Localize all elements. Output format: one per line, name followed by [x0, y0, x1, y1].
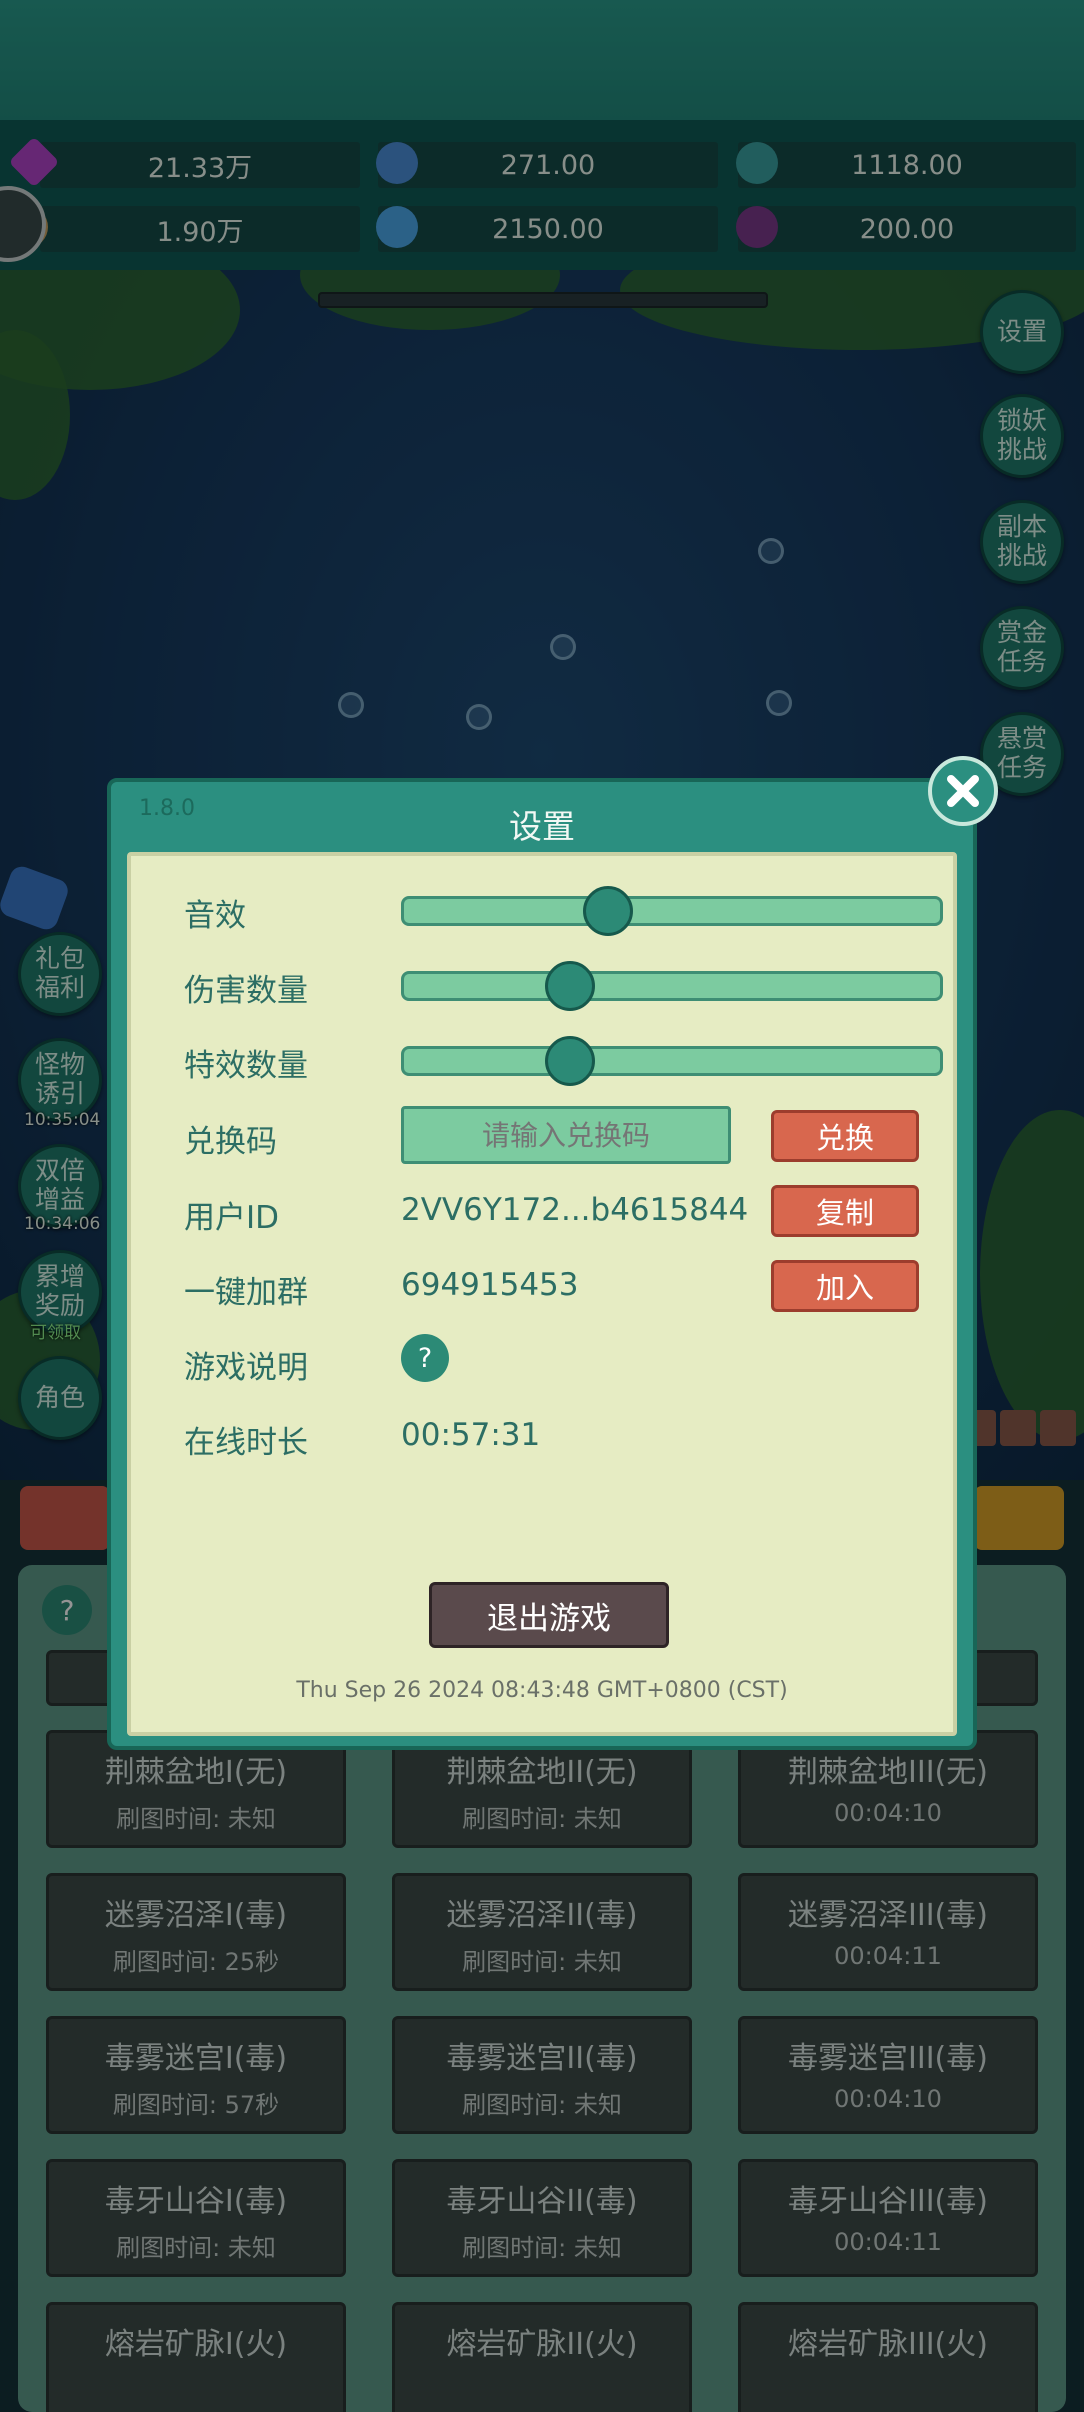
- effects-label: 特效数量: [184, 1048, 308, 1084]
- join-button-label: 加入: [815, 1271, 874, 1305]
- timestamp-label: Thu Sep 26 2024 08:43:48 GMT+0800 (CST): [296, 1678, 788, 1703]
- game-guide-label: 游戏说明: [184, 1350, 308, 1386]
- redeem-label: 兑换码: [184, 1124, 277, 1160]
- game-guide-help-button[interactable]: ?: [401, 1334, 449, 1382]
- copy-button[interactable]: 复制: [771, 1185, 919, 1237]
- settings-dialog: 1.8.0 设置 音效 伤害数量 特效数量 兑换码 兑换 用户ID 2VV6Y1…: [107, 778, 977, 1750]
- exit-button-label: 退出游戏: [487, 1600, 611, 1637]
- damage-slider[interactable]: [401, 961, 943, 1011]
- effects-slider[interactable]: [401, 1036, 943, 1086]
- copy-button-label: 复制: [815, 1196, 874, 1230]
- dialog-body: 音效 伤害数量 特效数量 兑换码 兑换 用户ID 2VV6Y172...b461…: [127, 852, 957, 1736]
- online-time-label: 在线时长: [184, 1425, 308, 1461]
- redeem-button-label: 兑换: [815, 1121, 874, 1155]
- question-icon: ?: [417, 1342, 433, 1374]
- damage-label: 伤害数量: [184, 973, 308, 1009]
- online-time-value: 00:57:31: [401, 1417, 541, 1453]
- redeem-button[interactable]: 兑换: [771, 1110, 919, 1162]
- sound-label: 音效: [184, 898, 246, 934]
- damage-slider-knob[interactable]: [545, 961, 596, 1011]
- group-label: 一键加群: [184, 1275, 308, 1311]
- join-group-button[interactable]: 加入: [771, 1260, 919, 1312]
- effects-slider-knob[interactable]: [545, 1036, 596, 1086]
- userid-label: 用户ID: [184, 1200, 280, 1236]
- close-icon: [947, 775, 979, 807]
- sound-slider[interactable]: [401, 886, 943, 936]
- redeem-code-input[interactable]: [401, 1106, 731, 1164]
- dialog-title: 设置: [509, 807, 575, 846]
- group-number: 694915453: [401, 1267, 579, 1303]
- sound-slider-knob[interactable]: [582, 886, 633, 936]
- exit-game-button[interactable]: 退出游戏: [429, 1582, 669, 1648]
- close-button[interactable]: [928, 756, 998, 826]
- userid-value: 2VV6Y172...b4615844: [401, 1192, 749, 1228]
